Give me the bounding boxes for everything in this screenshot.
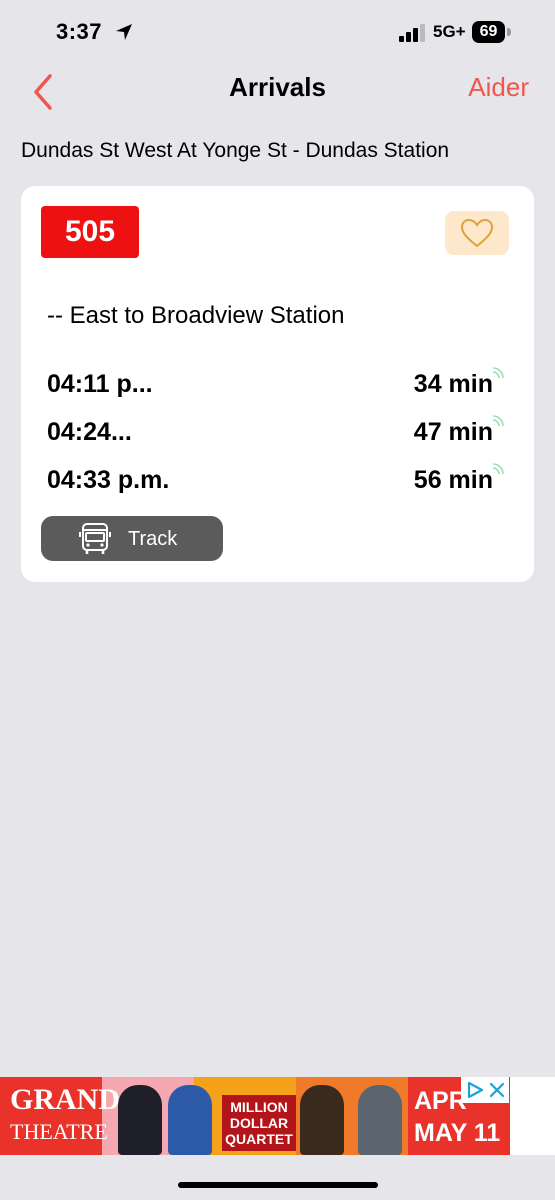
arrival-time: 04:33 p.m. [47, 466, 170, 494]
heart-icon [460, 218, 494, 248]
ad-performer [358, 1085, 402, 1155]
favorite-button[interactable] [445, 211, 509, 255]
ad-image[interactable]: GRAND THEATRE MILLION DOLLAR QUARTET APR… [0, 1077, 510, 1155]
arrival-time: 04:24... [47, 418, 132, 446]
arrival-times-list: 04:11 p... 34 min 04:24... 47 min 04:33 … [47, 362, 507, 506]
ad-close-icon[interactable] [487, 1080, 507, 1100]
arrival-card: 505 -- East to Broadview Station 04:11 p… [21, 186, 534, 582]
network-type: 5G+ [433, 22, 466, 41]
battery-level: 69 [479, 23, 498, 40]
ad-choices[interactable] [461, 1077, 509, 1103]
arrival-minutes: 47 min [413, 418, 493, 446]
ad-performer [300, 1085, 344, 1155]
stop-name: Dundas St West At Yonge St - Dundas Stat… [21, 139, 450, 162]
battery-icon: 69 [472, 21, 512, 43]
ad-brand: GRAND [10, 1083, 120, 1116]
chevron-left-icon [34, 74, 52, 110]
track-button[interactable]: Track [41, 516, 223, 561]
direction-label: -- East to Broadview Station [47, 302, 345, 329]
route-badge: 505 [41, 206, 139, 258]
ad-brand-sub: THEATRE [10, 1119, 108, 1144]
arrival-minutes: 34 min [413, 370, 493, 398]
status-time: 3:37 [56, 19, 103, 44]
ad-date-end: MAY 11 [414, 1119, 501, 1147]
home-indicator[interactable] [178, 1182, 378, 1188]
arrival-minutes: 56 min [413, 466, 493, 494]
cellular-signal-icon [399, 24, 425, 42]
realtime-signal-icon [492, 463, 504, 475]
location-arrow-icon [116, 24, 132, 40]
ad-banner: GRAND THEATRE MILLION DOLLAR QUARTET APR… [0, 1077, 555, 1155]
arrival-row: 04:11 p... 34 min [47, 362, 507, 410]
arrival-time: 04:11 p... [47, 370, 153, 398]
track-label: Track [128, 528, 178, 550]
ad-performer [118, 1085, 162, 1155]
bus-icon [79, 523, 111, 554]
status-bar: 3:37 5G+ 69 [0, 0, 555, 66]
back-button[interactable] [26, 70, 62, 110]
ad-performer [168, 1085, 212, 1155]
ad-show-title: MILLION DOLLAR QUARTET [222, 1095, 296, 1151]
arrival-row: 04:33 p.m. 56 min [47, 458, 507, 506]
ad-info-icon[interactable] [465, 1080, 485, 1100]
nav-bar: Arrivals Aider [0, 66, 555, 112]
help-button[interactable]: Aider [468, 72, 529, 103]
realtime-signal-icon [492, 367, 504, 379]
arrival-row: 04:24... 47 min [47, 410, 507, 458]
realtime-signal-icon [492, 415, 504, 427]
